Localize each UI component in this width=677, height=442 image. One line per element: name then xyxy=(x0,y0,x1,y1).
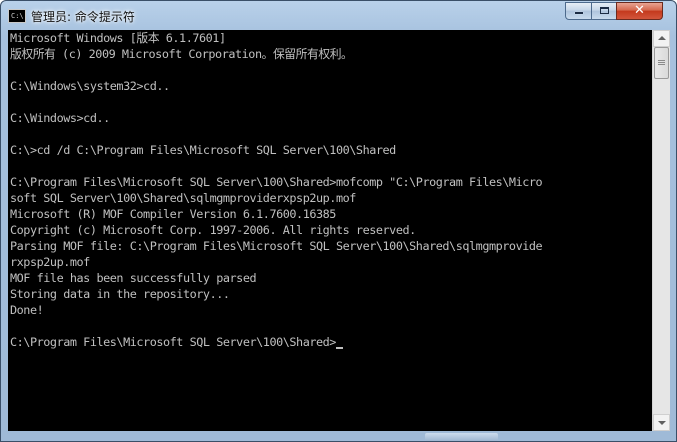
thumb-grip-line xyxy=(658,60,665,61)
console-line: Microsoft Windows [版本 6.1.7601] xyxy=(10,31,226,45)
console-line: C:\Windows>cd.. xyxy=(10,111,110,125)
console-line: 版权所有 (c) 2009 Microsoft Corporation。保留所有… xyxy=(10,47,353,61)
minimize-icon xyxy=(575,12,583,14)
console-line: C:\Windows\system32>cd.. xyxy=(10,79,170,93)
title-bar[interactable]: C:\ 管理员: 命令提示符 ✕ xyxy=(1,1,676,30)
close-button[interactable]: ✕ xyxy=(616,2,663,20)
cmd-icon[interactable]: C:\ xyxy=(8,9,26,23)
scroll-up-arrow-icon xyxy=(658,36,666,40)
scroll-down-arrow-icon xyxy=(658,421,666,425)
minimize-button[interactable] xyxy=(565,2,592,20)
text-cursor xyxy=(335,347,343,349)
scroll-down-button[interactable] xyxy=(653,414,670,431)
console-line: Parsing MOF file: C:\Program Files\Micro… xyxy=(10,239,543,253)
resize-grip[interactable] xyxy=(425,433,498,441)
console-line: Copyright (c) Microsoft Corp. 1997-2006.… xyxy=(10,223,416,237)
console-line: C:\>cd /d C:\Program Files\Microsoft SQL… xyxy=(10,143,396,157)
console-line: Microsoft (R) MOF Compiler Version 6.1.7… xyxy=(10,207,336,221)
console-line: C:\Program Files\Microsoft SQL Server\10… xyxy=(8,334,652,350)
console-line: rxpsp2up.mof xyxy=(10,255,90,269)
console-line: Done! xyxy=(10,303,44,317)
console-line: soft SQL Server\100\Shared\sqlmgmprovide… xyxy=(10,191,356,205)
console-line: Storing data in the repository... xyxy=(10,287,230,301)
window-title: 管理员: 命令提示符 xyxy=(31,10,135,24)
thumb-grip-line xyxy=(658,64,665,65)
maximize-icon xyxy=(600,7,609,14)
vertical-scrollbar[interactable] xyxy=(652,30,670,431)
maximize-button[interactable] xyxy=(591,2,617,20)
scroll-up-button[interactable] xyxy=(653,30,670,47)
thumb-grip-line xyxy=(658,62,665,63)
console-line: MOF file has been successfully parsed xyxy=(10,271,257,285)
close-icon: ✕ xyxy=(634,3,645,18)
scroll-thumb[interactable] xyxy=(654,47,669,79)
console-output[interactable]: Microsoft Windows [版本 6.1.7601] 版权所有 (c) … xyxy=(8,30,652,431)
console-window: C:\ 管理员: 命令提示符 ✕ Microsoft Windows [版本 6… xyxy=(0,0,677,442)
window-bottom-frame xyxy=(8,431,669,442)
console-line: C:\Program Files\Microsoft SQL Server\10… xyxy=(10,175,543,189)
